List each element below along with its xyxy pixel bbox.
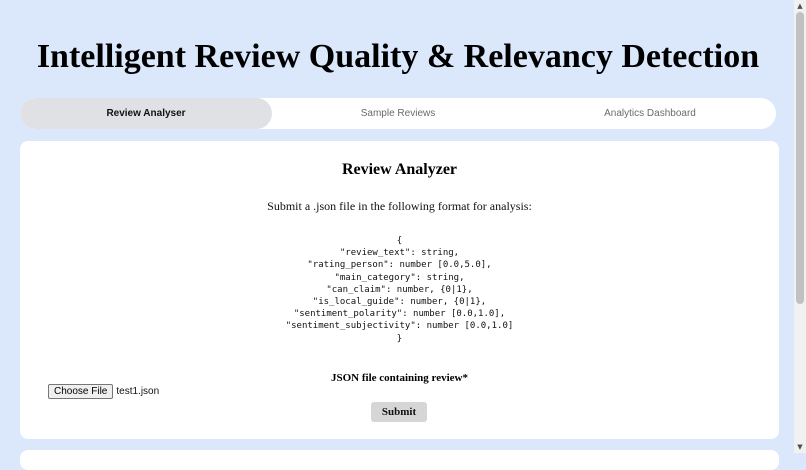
format-line: } (396, 333, 403, 344)
scroll-up-icon[interactable]: ▲ (794, 0, 806, 12)
submit-button[interactable]: Submit (371, 402, 427, 422)
vertical-scrollbar[interactable]: ▲ ▼ (794, 0, 806, 453)
format-line: "review_text": string, (339, 248, 460, 259)
review-analyzer-card: Review Analyzer Submit a .json file in t… (20, 141, 779, 439)
next-section-card (20, 450, 779, 470)
scroll-down-icon[interactable]: ▼ (794, 441, 806, 453)
section-heading: Review Analyzer (341, 161, 458, 178)
choose-file-button[interactable]: Choose File (48, 384, 114, 399)
tab-sample-reviews[interactable]: Sample Reviews (272, 98, 524, 129)
tab-review-analyser[interactable]: Review Analyser (20, 98, 272, 129)
file-input: Choose File test1.json (48, 384, 159, 399)
selected-file-name: test1.json (116, 386, 160, 397)
json-format-example: { "review_text": string, "rating_person"… (20, 235, 779, 345)
instructions-text: Submit a .json file in the following for… (267, 199, 532, 213)
format-line: { (396, 236, 403, 246)
format-line: "can_claim": number, {0|1}, (326, 284, 473, 295)
tab-bar: Review Analyser Sample Reviews Analytics… (20, 98, 776, 129)
file-input-label: JSON file containing review* (331, 372, 468, 384)
format-line: "sentiment_subjectivity": number [0.0,1.… (285, 321, 514, 332)
page: Intelligent Review Quality & Relevancy D… (0, 0, 794, 470)
page-title: Intelligent Review Quality & Relevancy D… (36, 38, 760, 75)
tab-analytics-dashboard[interactable]: Analytics Dashboard (524, 98, 776, 129)
format-line: "main_category": string, (334, 272, 465, 283)
format-line: "rating_person": number [0.0,5.0], (307, 260, 492, 271)
format-line: "sentiment_polarity": number [0.0,1.0], (293, 309, 506, 320)
format-line: "is_local_guide": number, {0|1}, (312, 297, 487, 308)
scrollbar-thumb[interactable] (796, 12, 804, 304)
